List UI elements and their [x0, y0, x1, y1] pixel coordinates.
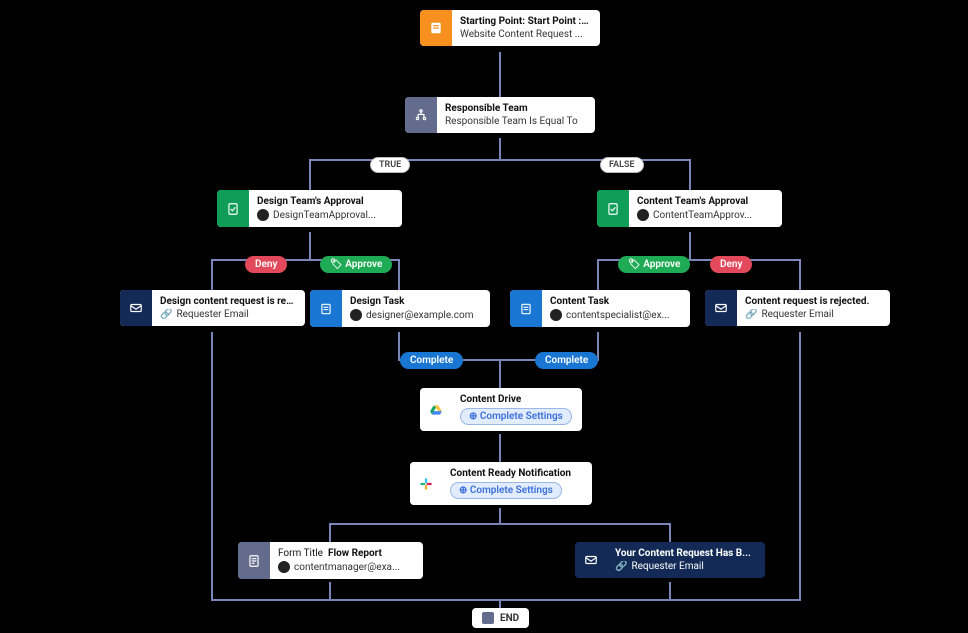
node-content-task[interactable]: Content Task contentspecialist@ex...	[510, 290, 690, 327]
node-request-complete-email[interactable]: Your Content Request Has B... Requester …	[575, 542, 765, 578]
badge-complete: Complete	[400, 352, 463, 369]
badge-complete: Complete	[535, 352, 598, 369]
node-subtitle: Requester Email	[176, 309, 248, 320]
badge-true: TRUE	[370, 157, 410, 173]
workflow-canvas[interactable]: Starting Point: Start Point : C... Websi…	[0, 0, 968, 633]
branch-icon	[405, 97, 437, 133]
node-subtitle: Requester Email	[631, 561, 703, 572]
avatar-icon	[350, 309, 362, 321]
form-icon	[420, 10, 452, 46]
email-icon	[705, 290, 737, 326]
node-assignee: contentmanager@exa...	[294, 562, 400, 573]
node-title: Content Ready Notification	[450, 468, 582, 479]
node-title: Starting Point: Start Point : C...	[460, 16, 590, 27]
link-icon	[745, 309, 757, 320]
badge-deny: Deny	[245, 256, 287, 273]
node-assignee: contentspecialist@ex...	[566, 310, 669, 321]
node-end: END	[472, 608, 529, 628]
node-content-rejected[interactable]: Content request is rejected. Requester E…	[705, 290, 890, 326]
link-icon	[160, 309, 172, 320]
node-start[interactable]: Starting Point: Start Point : C... Websi…	[420, 10, 600, 46]
node-title: Content Drive	[460, 394, 572, 405]
node-content-approval[interactable]: Content Team's Approval ContentTeamAppro…	[597, 190, 782, 227]
avatar-icon	[550, 309, 562, 321]
node-title: Design Task	[350, 296, 480, 307]
end-icon	[482, 612, 494, 624]
node-design-task[interactable]: Design Task designer@example.com	[310, 290, 490, 327]
end-label: END	[500, 613, 519, 624]
badge-deny: Deny	[710, 256, 752, 273]
node-slack-notification[interactable]: Content Ready Notification ⊕ Complete Se…	[410, 462, 592, 505]
avatar-icon	[257, 209, 269, 221]
node-subtitle: Requester Email	[761, 309, 833, 320]
node-title: Your Content Request Has B...	[615, 548, 755, 559]
node-assignee: designer@example.com	[366, 310, 474, 321]
node-design-approval[interactable]: Design Team's Approval DesignTeamApprova…	[217, 190, 402, 227]
node-title: Content request is rejected.	[745, 296, 880, 307]
badge-approve: 🏷 Approve	[618, 256, 690, 273]
badge-false: FALSE	[600, 157, 644, 173]
node-assignee: DesignTeamApproval...	[273, 210, 376, 221]
node-decision[interactable]: Responsible Team Responsible Team Is Equ…	[405, 97, 595, 133]
approval-icon	[597, 190, 629, 227]
email-icon	[575, 542, 607, 578]
node-assignee: ContentTeamApprov...	[653, 210, 752, 221]
node-title: Content Team's Approval	[637, 196, 772, 207]
node-title: Design Team's Approval	[257, 196, 392, 207]
approval-icon	[217, 190, 249, 227]
link-icon	[615, 561, 627, 572]
node-design-rejected[interactable]: Design content request is rej... Request…	[120, 290, 305, 326]
badge-approve: 🏷 Approve	[320, 256, 392, 273]
slack-icon	[410, 462, 442, 505]
avatar-icon	[637, 209, 649, 221]
node-subtitle: Website Content Request ...	[460, 29, 590, 40]
task-icon	[510, 290, 542, 327]
node-title: Design content request is rej...	[160, 296, 295, 307]
avatar-icon	[278, 561, 290, 573]
report-icon	[238, 542, 270, 579]
complete-settings-button[interactable]: ⊕ Complete Settings	[450, 482, 562, 499]
task-icon	[310, 290, 342, 327]
node-title: Form Title Flow Report	[278, 548, 413, 559]
node-title: Responsible Team	[445, 103, 585, 114]
node-content-drive[interactable]: Content Drive ⊕ Complete Settings	[420, 388, 582, 431]
complete-settings-button[interactable]: ⊕ Complete Settings	[460, 408, 572, 425]
google-drive-icon	[420, 388, 452, 431]
node-title: Content Task	[550, 296, 680, 307]
node-flow-report[interactable]: Form Title Flow Report contentmanager@ex…	[238, 542, 423, 579]
email-icon	[120, 290, 152, 326]
node-subtitle: Responsible Team Is Equal To	[445, 116, 585, 127]
